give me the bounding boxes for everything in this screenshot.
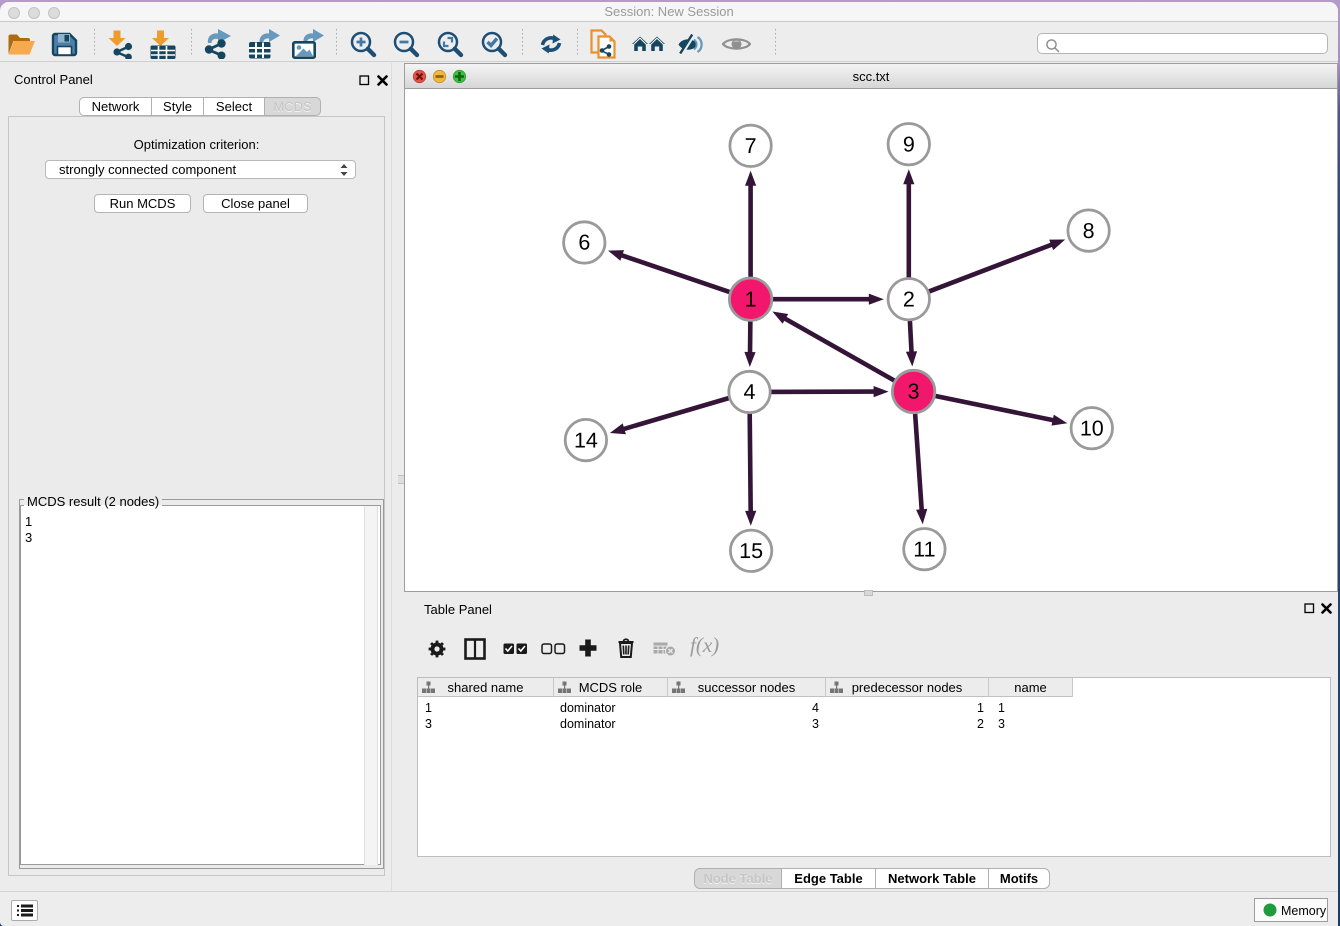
svg-text:6: 6	[578, 231, 590, 255]
svg-text:3: 3	[908, 380, 920, 404]
svg-text:2: 2	[903, 287, 915, 311]
svg-text:9: 9	[903, 132, 915, 156]
svg-text:8: 8	[1083, 219, 1095, 243]
svg-text:4: 4	[744, 380, 756, 404]
svg-text:1: 1	[745, 287, 757, 311]
svg-text:7: 7	[745, 134, 757, 158]
svg-text:14: 14	[574, 428, 598, 452]
svg-text:11: 11	[913, 537, 935, 561]
svg-text:15: 15	[739, 539, 763, 563]
svg-text:10: 10	[1080, 416, 1104, 440]
